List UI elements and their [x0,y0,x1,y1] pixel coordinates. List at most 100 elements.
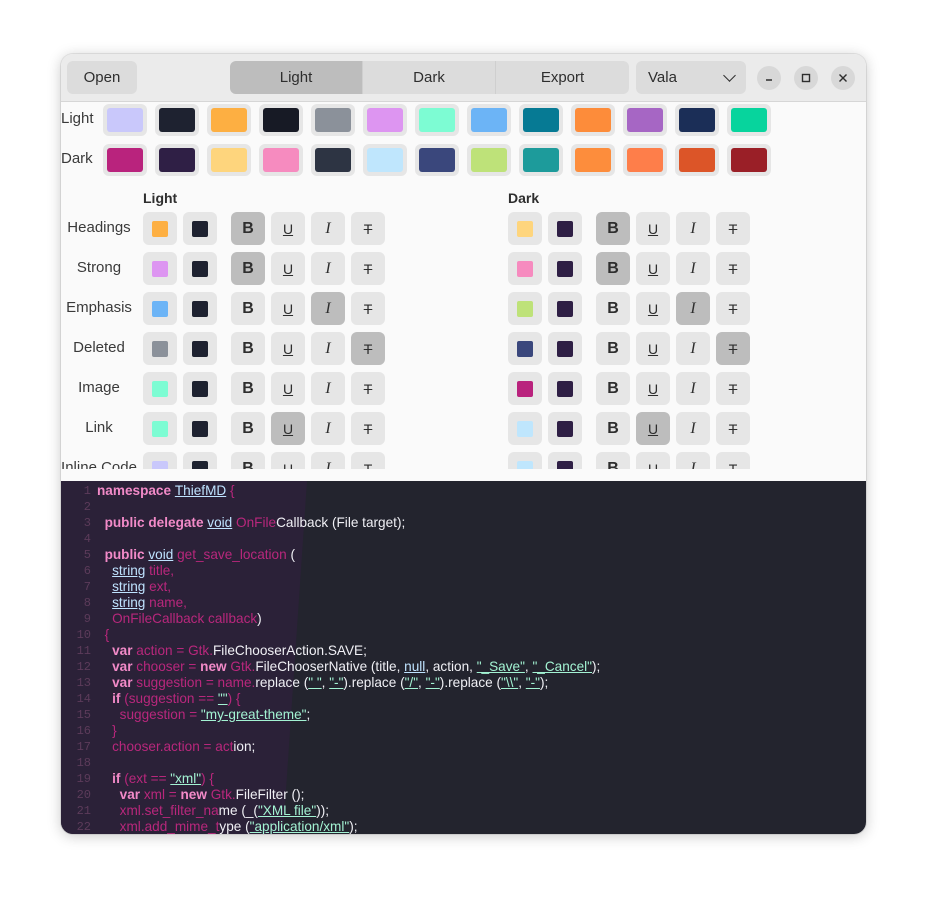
palette-dark-swatch[interactable] [311,144,355,176]
light-bold-toggle[interactable]: B [231,412,265,445]
light-bold-toggle[interactable]: B [231,452,265,469]
dark-background-color-button[interactable] [548,372,582,405]
dark-background-color-button[interactable] [548,292,582,325]
palette-dark-swatch[interactable] [259,144,303,176]
dark-bold-toggle[interactable]: B [596,252,630,285]
dark-italic-toggle[interactable]: I [676,212,710,245]
light-strikethrough-toggle[interactable]: T [351,452,385,469]
palette-dark-swatch[interactable] [415,144,459,176]
code-preview[interactable]: 1 namespace ThiefMD {2 3 public delegate v… [61,481,866,834]
dark-foreground-color-button[interactable] [508,212,542,245]
dark-italic-toggle[interactable]: I [676,292,710,325]
tab-light[interactable]: Light [230,61,363,94]
palette-light-swatch[interactable] [207,104,251,136]
light-italic-toggle[interactable]: I [311,412,345,445]
palette-light-swatch[interactable] [571,104,615,136]
dark-underline-toggle[interactable]: U [636,212,670,245]
dark-bold-toggle[interactable]: B [596,332,630,365]
light-bold-toggle[interactable]: B [231,212,265,245]
light-italic-toggle[interactable]: I [311,452,345,469]
dark-strikethrough-toggle[interactable]: T [716,412,750,445]
palette-light-swatch[interactable] [519,104,563,136]
palette-light-swatch[interactable] [727,104,771,136]
dark-foreground-color-button[interactable] [508,452,542,469]
light-underline-toggle[interactable]: U [271,452,305,469]
light-background-color-button[interactable] [183,212,217,245]
dark-underline-toggle[interactable]: U [636,332,670,365]
dark-strikethrough-toggle[interactable]: T [716,332,750,365]
dark-bold-toggle[interactable]: B [596,292,630,325]
palette-dark-swatch[interactable] [467,144,511,176]
palette-dark-swatch[interactable] [103,144,147,176]
light-strikethrough-toggle[interactable]: T [351,292,385,325]
light-foreground-color-button[interactable] [143,292,177,325]
light-background-color-button[interactable] [183,372,217,405]
dark-underline-toggle[interactable]: U [636,252,670,285]
dark-strikethrough-toggle[interactable]: T [716,452,750,469]
dark-underline-toggle[interactable]: U [636,412,670,445]
light-background-color-button[interactable] [183,292,217,325]
language-dropdown[interactable]: Vala [636,61,746,94]
palette-light-swatch[interactable] [467,104,511,136]
dark-background-color-button[interactable] [548,412,582,445]
dark-underline-toggle[interactable]: U [636,292,670,325]
dark-foreground-color-button[interactable] [508,412,542,445]
palette-dark-swatch[interactable] [623,144,667,176]
light-italic-toggle[interactable]: I [311,252,345,285]
light-foreground-color-button[interactable] [143,212,177,245]
light-underline-toggle[interactable]: U [271,212,305,245]
light-bold-toggle[interactable]: B [231,252,265,285]
dark-bold-toggle[interactable]: B [596,212,630,245]
dark-foreground-color-button[interactable] [508,252,542,285]
dark-italic-toggle[interactable]: I [676,252,710,285]
light-strikethrough-toggle[interactable]: T [351,212,385,245]
dark-italic-toggle[interactable]: I [676,452,710,469]
light-bold-toggle[interactable]: B [231,292,265,325]
palette-light-swatch[interactable] [675,104,719,136]
dark-strikethrough-toggle[interactable]: T [716,252,750,285]
tab-dark[interactable]: Dark [363,61,496,94]
palette-dark-swatch[interactable] [727,144,771,176]
light-foreground-color-button[interactable] [143,412,177,445]
dark-strikethrough-toggle[interactable]: T [716,372,750,405]
open-button[interactable]: Open [67,61,137,94]
palette-dark-swatch[interactable] [207,144,251,176]
palette-dark-swatch[interactable] [155,144,199,176]
dark-strikethrough-toggle[interactable]: T [716,292,750,325]
light-bold-toggle[interactable]: B [231,332,265,365]
dark-underline-toggle[interactable]: U [636,372,670,405]
light-background-color-button[interactable] [183,412,217,445]
light-strikethrough-toggle[interactable]: T [351,252,385,285]
dark-underline-toggle[interactable]: U [636,452,670,469]
light-italic-toggle[interactable]: I [311,332,345,365]
light-foreground-color-button[interactable] [143,252,177,285]
palette-light-swatch[interactable] [259,104,303,136]
light-bold-toggle[interactable]: B [231,372,265,405]
close-button[interactable] [831,66,855,90]
dark-background-color-button[interactable] [548,252,582,285]
light-background-color-button[interactable] [183,332,217,365]
dark-foreground-color-button[interactable] [508,292,542,325]
palette-light-swatch[interactable] [103,104,147,136]
dark-bold-toggle[interactable]: B [596,452,630,469]
palette-light-swatch[interactable] [311,104,355,136]
light-foreground-color-button[interactable] [143,332,177,365]
light-background-color-button[interactable] [183,252,217,285]
minimize-button[interactable] [757,66,781,90]
light-strikethrough-toggle[interactable]: T [351,372,385,405]
dark-bold-toggle[interactable]: B [596,372,630,405]
light-italic-toggle[interactable]: I [311,372,345,405]
dark-foreground-color-button[interactable] [508,372,542,405]
dark-background-color-button[interactable] [548,332,582,365]
maximize-button[interactable] [794,66,818,90]
light-strikethrough-toggle[interactable]: T [351,412,385,445]
light-foreground-color-button[interactable] [143,372,177,405]
tab-export[interactable]: Export [496,61,629,94]
light-underline-toggle[interactable]: U [271,252,305,285]
dark-background-color-button[interactable] [548,452,582,469]
palette-dark-swatch[interactable] [519,144,563,176]
palette-dark-swatch[interactable] [571,144,615,176]
light-underline-toggle[interactable]: U [271,372,305,405]
dark-strikethrough-toggle[interactable]: T [716,212,750,245]
dark-background-color-button[interactable] [548,212,582,245]
